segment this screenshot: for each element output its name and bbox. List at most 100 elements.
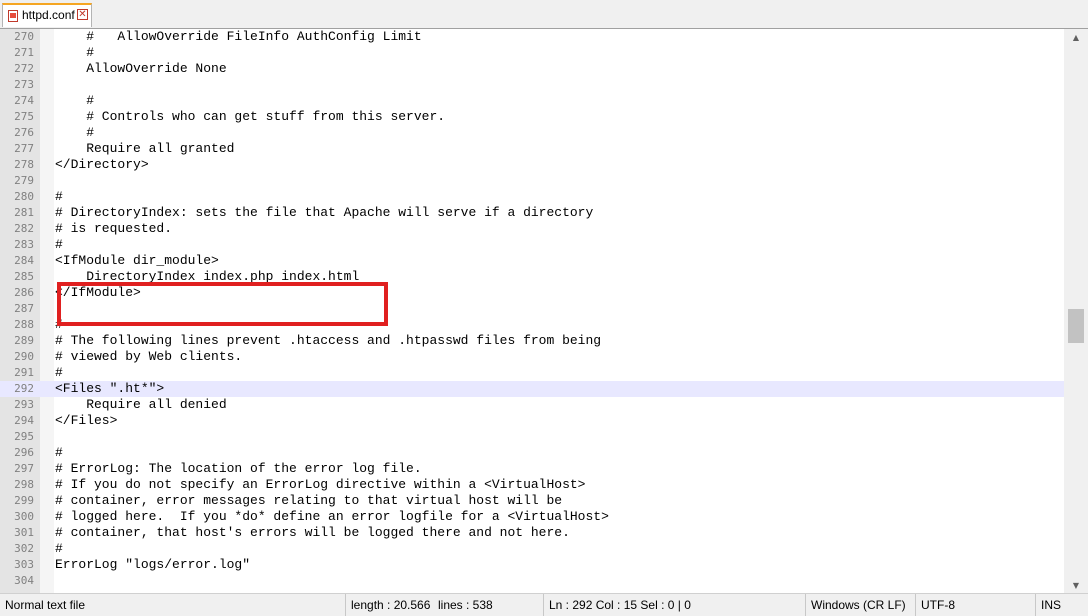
status-eol: Windows (CR LF) [805, 594, 915, 616]
line-number: 282 [14, 222, 34, 235]
code-line[interactable]: 302 # [0, 541, 1064, 557]
code-line[interactable]: 278 </Directory> [0, 157, 1064, 173]
line-number: 288 [14, 318, 34, 331]
line-text: DirectoryIndex index.php index.html [55, 269, 360, 284]
line-text: # [55, 445, 63, 460]
tab-label: httpd.conf [22, 8, 75, 22]
code-line[interactable]: 288 # [0, 317, 1064, 333]
code-line[interactable]: 286 </IfModule> [0, 285, 1064, 301]
tab-bar: httpd.conf ✕ [0, 0, 1088, 28]
line-text: # [55, 237, 63, 252]
line-text: # DirectoryIndex: sets the file that Apa… [55, 205, 594, 220]
code-line[interactable]: 295 [0, 429, 1064, 445]
code-line[interactable]: 303 ErrorLog "logs/error.log" [0, 557, 1064, 573]
code-line[interactable]: 270 # AllowOverride FileInfo AuthConfig … [0, 29, 1064, 45]
line-text: AllowOverride None [55, 61, 227, 76]
code-line[interactable]: 298 # If you do not specify an ErrorLog d… [0, 477, 1064, 493]
line-number: 270 [14, 30, 34, 43]
line-number: 278 [14, 158, 34, 171]
line-number: 271 [14, 46, 34, 59]
code-line[interactable]: 275 # Controls who can get stuff from th… [0, 109, 1064, 125]
tab-httpd-conf[interactable]: httpd.conf ✕ [2, 3, 92, 27]
line-text: Require all denied [55, 397, 227, 412]
line-number: 274 [14, 94, 34, 107]
line-text: ErrorLog "logs/error.log" [55, 557, 251, 572]
code-line[interactable]: 281 # DirectoryIndex: sets the file that … [0, 205, 1064, 221]
line-number: 293 [14, 398, 34, 411]
line-text: Require all granted [55, 141, 235, 156]
line-text: </IfModule> [55, 285, 141, 300]
code-line[interactable]: 293 Require all denied [0, 397, 1064, 413]
code-line[interactable]: 291 # [0, 365, 1064, 381]
scroll-thumb[interactable] [1068, 309, 1084, 343]
line-number: 276 [14, 126, 34, 139]
line-number: 299 [14, 494, 34, 507]
line-number: 279 [14, 174, 34, 187]
line-number: 296 [14, 446, 34, 459]
line-number: 302 [14, 542, 34, 555]
code-line[interactable]: 274 # [0, 93, 1064, 109]
code-line[interactable]: 290 # viewed by Web clients. [0, 349, 1064, 365]
line-text: <IfModule dir_module> [55, 253, 219, 268]
line-text: # [55, 125, 95, 140]
code-line[interactable]: 285 DirectoryIndex index.php index.html [0, 269, 1064, 285]
close-icon[interactable]: ✕ [77, 9, 88, 20]
code-line[interactable]: 301 # container, that host's errors will … [0, 525, 1064, 541]
line-text: # viewed by Web clients. [55, 349, 243, 364]
line-number: 298 [14, 478, 34, 491]
status-bar: Normal text file length : 20.566 lines :… [0, 593, 1088, 616]
line-number: 289 [14, 334, 34, 347]
line-text: # is requested. [55, 221, 173, 236]
code-line[interactable]: 276 # [0, 125, 1064, 141]
line-text: # [55, 317, 63, 332]
code-line[interactable]: 289 # The following lines prevent .htacce… [0, 333, 1064, 349]
line-text: # If you do not specify an ErrorLog dire… [55, 477, 586, 492]
line-number: 301 [14, 526, 34, 539]
code-line[interactable]: 282 # is requested. [0, 221, 1064, 237]
status-mode: INS [1035, 594, 1088, 616]
code-line[interactable]: 271 # [0, 45, 1064, 61]
line-number: 294 [14, 414, 34, 427]
code-line[interactable]: 284 <IfModule dir_module> [0, 253, 1064, 269]
line-number: 275 [14, 110, 34, 123]
line-text: # logged here. If you *do* define an err… [55, 509, 609, 524]
code-line[interactable]: 292 <Files ".ht*"> [0, 381, 1064, 397]
code-line[interactable]: 272 AllowOverride None [0, 61, 1064, 77]
line-number: 295 [14, 430, 34, 443]
code-line[interactable]: 297 # ErrorLog: The location of the error… [0, 461, 1064, 477]
code-line[interactable]: 287 [0, 301, 1064, 317]
text-editor[interactable]: 270 # AllowOverride FileInfo AuthConfig … [0, 28, 1088, 593]
code-lines: 270 # AllowOverride FileInfo AuthConfig … [0, 29, 1064, 589]
line-number: 303 [14, 558, 34, 571]
code-line[interactable]: 300 # logged here. If you *do* define an … [0, 509, 1064, 525]
line-text: # Controls who can get stuff from this s… [55, 109, 446, 124]
line-text: # The following lines prevent .htaccess … [55, 333, 602, 348]
code-line[interactable]: 296 # [0, 445, 1064, 461]
line-text: # [55, 93, 95, 108]
line-text: # ErrorLog: The location of the error lo… [55, 461, 422, 476]
up-arrow-icon[interactable]: ▲ [1064, 29, 1088, 46]
line-number: 287 [14, 302, 34, 315]
line-text: # [55, 541, 63, 556]
line-text: # [55, 365, 63, 380]
line-number: 273 [14, 78, 34, 91]
code-line[interactable]: 279 [0, 173, 1064, 189]
line-number: 292 [14, 382, 34, 395]
code-line[interactable]: 280 # [0, 189, 1064, 205]
code-line[interactable]: 277 Require all granted [0, 141, 1064, 157]
code-line[interactable]: 283 # [0, 237, 1064, 253]
line-text: # AllowOverride FileInfo AuthConfig Limi… [55, 29, 422, 44]
line-number: 281 [14, 206, 34, 219]
line-number: 300 [14, 510, 34, 523]
code-line[interactable]: 299 # container, error messages relating … [0, 493, 1064, 509]
line-number: 284 [14, 254, 34, 267]
vertical-scrollbar[interactable]: ▲ ▼ [1064, 29, 1088, 593]
code-line[interactable]: 294 </Files> [0, 413, 1064, 429]
code-line[interactable]: 273 [0, 77, 1064, 93]
line-text: </Directory> [55, 157, 149, 172]
line-number: 286 [14, 286, 34, 299]
code-line[interactable]: 304 [0, 573, 1064, 589]
status-length: length : 20.566 [345, 594, 433, 616]
down-arrow-icon[interactable]: ▼ [1064, 577, 1088, 593]
line-text: # [55, 45, 95, 60]
